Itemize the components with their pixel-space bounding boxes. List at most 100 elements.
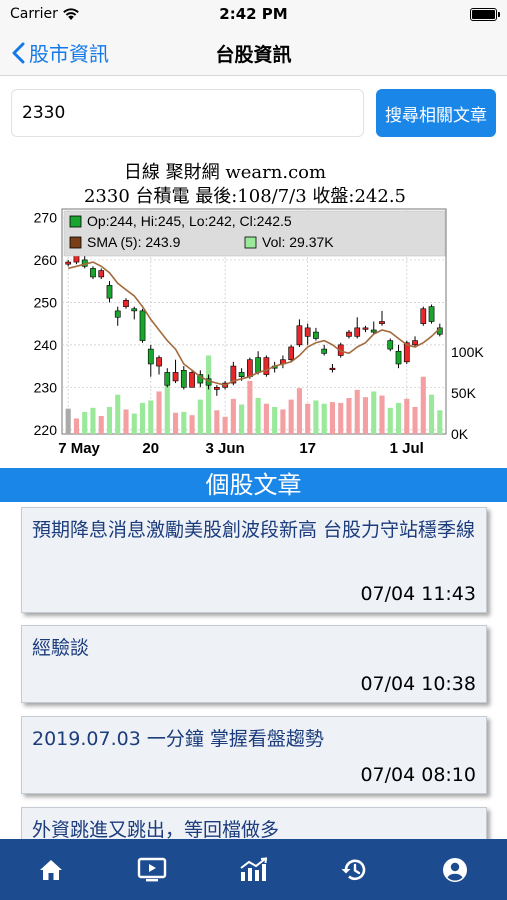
candle-body xyxy=(106,285,113,299)
tab-bar xyxy=(0,839,507,900)
article-time: 07/04 10:38 xyxy=(360,673,476,695)
volume-bar xyxy=(82,411,88,434)
candle-body xyxy=(288,346,295,361)
candle-body xyxy=(296,325,303,346)
volume-bar xyxy=(90,407,96,434)
volume-bar xyxy=(280,409,286,434)
article-title: 外資跳進又跳出，等回檔做多 xyxy=(32,819,280,839)
battery-icon xyxy=(470,8,500,21)
volume-bar xyxy=(288,399,294,434)
candle-body xyxy=(98,270,105,278)
x-tick-label: 7 May xyxy=(58,440,100,457)
volume-bar xyxy=(123,409,129,434)
article-card[interactable]: 外資跳進又跳出，等回檔做多 xyxy=(21,807,487,839)
volume-bar xyxy=(354,389,360,434)
volume-bar xyxy=(164,380,170,434)
article-card[interactable]: 經驗談 07/04 10:38 xyxy=(21,625,487,703)
tab-account[interactable] xyxy=(404,839,505,900)
chart-icon xyxy=(239,856,267,881)
history-icon xyxy=(341,859,365,880)
x-tick-label: 17 xyxy=(299,440,316,457)
video-icon xyxy=(137,857,166,881)
volume-bar xyxy=(296,388,302,434)
candle-body xyxy=(379,321,385,324)
candle-body xyxy=(412,340,418,346)
volume-bar xyxy=(272,407,278,434)
candlestick-chart: 220 230 240 250 260 270 7 May 20 3 Jun 17 1 Jul 0K 5… xyxy=(34,208,484,457)
candle-body xyxy=(420,308,427,324)
clock: 2:42 PM xyxy=(219,5,288,23)
candle-body xyxy=(354,327,361,337)
x-tick-label: 1 Jul xyxy=(390,440,424,457)
candle-body xyxy=(255,357,261,373)
candle-body xyxy=(147,348,154,365)
articles-section-title: 個股文章 xyxy=(0,468,507,502)
legend-sma-label: SMA (5): 243.9 xyxy=(87,234,181,250)
volume-bar xyxy=(181,411,187,434)
tab-market-chart[interactable] xyxy=(202,839,303,900)
volume-bar xyxy=(139,402,146,434)
candle-body xyxy=(313,331,319,339)
article-card[interactable]: 預期降息消息激勵美股創波段新高 台股力守站穩季線 07/04 11:43 xyxy=(21,507,487,613)
volume-bar xyxy=(197,399,203,434)
volume-bar xyxy=(206,355,212,434)
candle-body xyxy=(189,372,195,388)
y-tick-label: 270 xyxy=(34,209,58,225)
article-card[interactable]: 2019.07.03 一分鐘 掌握看盤趨勢 07/04 08:10 xyxy=(21,716,487,794)
x-tick-label: 3 Jun xyxy=(206,440,245,457)
candle-body xyxy=(346,331,352,337)
volume-bar xyxy=(428,394,435,434)
legend-sma-swatch xyxy=(69,236,82,249)
volume-bar xyxy=(420,376,426,434)
tab-home[interactable] xyxy=(0,839,101,900)
volume-bar xyxy=(106,407,113,434)
volume-bar xyxy=(148,400,154,434)
candle-body xyxy=(213,387,220,390)
volume-bar xyxy=(404,398,410,434)
volume-bar xyxy=(346,398,352,434)
volume-bar xyxy=(305,403,311,434)
article-title: 經驗談 xyxy=(32,637,90,659)
volume-bar xyxy=(239,404,245,434)
y-tick-label: 240 xyxy=(34,337,58,353)
candle-body xyxy=(395,350,402,365)
volume-bar xyxy=(214,410,220,434)
candle-body xyxy=(164,372,171,386)
volume-bar xyxy=(222,416,228,434)
volume-bar xyxy=(255,398,261,434)
article-time: 07/04 11:43 xyxy=(360,583,476,605)
volume-bar xyxy=(65,408,71,434)
volume-bar xyxy=(172,412,179,434)
legend-ohlc-swatch xyxy=(69,215,82,228)
volume-tick-label: 50K xyxy=(451,385,477,401)
volume-bar xyxy=(387,407,393,434)
volume-bar xyxy=(329,402,336,434)
article-title: 2019.07.03 一分鐘 掌握看盤趨勢 xyxy=(32,728,324,750)
candle-body xyxy=(139,310,146,341)
search-articles-button[interactable]: 搜尋相關文章 xyxy=(376,89,496,137)
candle-body xyxy=(370,329,377,333)
volume-bar xyxy=(437,410,443,434)
legend-ohlc-label: Op:244, Hi:245, Lo:242, Cl:242.5 xyxy=(87,213,292,229)
x-tick-label: 20 xyxy=(142,440,159,457)
stock-search-input[interactable] xyxy=(11,89,364,137)
app-screen: Carrier 2:42 PM 股市資訊 台股資訊 搜尋相關文章 日線 聚財網 … xyxy=(0,0,507,900)
volume-bar xyxy=(263,403,269,434)
volume-bar xyxy=(412,407,418,434)
candle-body xyxy=(304,327,311,337)
volume-bar xyxy=(338,402,344,434)
legend-vol-swatch xyxy=(244,236,257,249)
stock-chart: 日線 聚財網 wearn.com 2330 台積電 最後:108/7/3 收盤:… xyxy=(0,148,507,464)
volume-bar xyxy=(247,380,253,434)
tab-history[interactable] xyxy=(303,839,404,900)
volume-bar xyxy=(362,397,369,434)
y-tick-label: 230 xyxy=(34,379,58,395)
candle-body xyxy=(114,310,121,318)
home-icon xyxy=(39,859,62,880)
y-tick-label: 260 xyxy=(34,252,58,268)
y-tick-label: 250 xyxy=(34,294,58,310)
candle-body xyxy=(247,359,253,377)
tab-video[interactable] xyxy=(101,839,202,900)
candle-body xyxy=(131,308,138,312)
navigation-bar: 股市資訊 台股資訊 xyxy=(0,28,507,76)
